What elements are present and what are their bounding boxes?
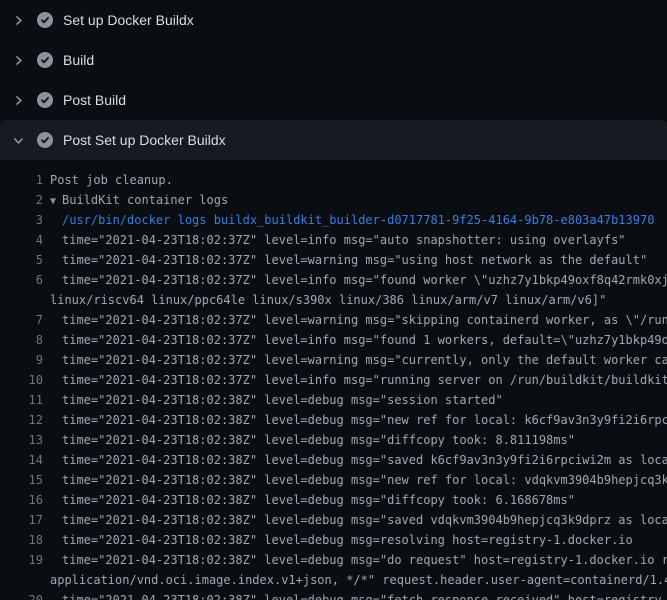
log-line-text: time="2021-04-23T18:02:37Z" level=info m… xyxy=(43,330,667,350)
log-line: 10 time="2021-04-23T18:02:37Z" level=inf… xyxy=(0,370,667,390)
chevron-icon xyxy=(12,94,25,107)
log-line-number[interactable]: 18 xyxy=(0,530,43,550)
step-label: Set up Docker Buildx xyxy=(63,13,194,27)
log-line-text: time="2021-04-23T18:02:37Z" level=info m… xyxy=(43,270,667,290)
log-line-text: linux/riscv64 linux/ppc64le linux/s390x … xyxy=(43,290,606,310)
log-line: 2 ▼ BuildKit container logs xyxy=(0,190,667,210)
log-line-text: time="2021-04-23T18:02:38Z" level=debug … xyxy=(43,390,503,410)
chevron-icon xyxy=(12,54,25,67)
chevron-icon xyxy=(12,134,25,147)
log-line: 6 time="2021-04-23T18:02:37Z" level=info… xyxy=(0,270,667,290)
log-line-number[interactable]: 17 xyxy=(0,510,43,530)
step-label: Post Build xyxy=(63,93,126,107)
log-line-number[interactable] xyxy=(0,290,43,310)
log-line: 4 time="2021-04-23T18:02:37Z" level=info… xyxy=(0,230,667,250)
log-line-text: time="2021-04-23T18:02:37Z" level=info m… xyxy=(43,230,626,250)
log-line-number[interactable]: 4 xyxy=(0,230,43,250)
log-line: application/vnd.oci.image.index.v1+json,… xyxy=(0,570,667,590)
log-line: 8 time="2021-04-23T18:02:37Z" level=info… xyxy=(0,330,667,350)
log-line-text: time="2021-04-23T18:02:38Z" level=debug … xyxy=(43,590,667,600)
log-line-text: time="2021-04-23T18:02:37Z" level=warnin… xyxy=(43,250,647,270)
log-line-number[interactable]: 6 xyxy=(0,270,43,290)
log-viewer[interactable]: 1 Post job cleanup. 2 ▼ BuildKit containe… xyxy=(0,160,667,600)
log-line-text: time="2021-04-23T18:02:38Z" level=debug … xyxy=(43,530,633,550)
log-line: 11 time="2021-04-23T18:02:38Z" level=deb… xyxy=(0,390,667,410)
log-line-text: application/vnd.oci.image.index.v1+json,… xyxy=(43,570,667,590)
log-line: 18 time="2021-04-23T18:02:38Z" level=deb… xyxy=(0,530,667,550)
log-line-number[interactable]: 11 xyxy=(0,390,43,410)
log-line-number[interactable]: 9 xyxy=(0,350,43,370)
log-line-text: time="2021-04-23T18:02:38Z" level=debug … xyxy=(43,410,667,430)
step-row[interactable]: Post Set up Docker Buildx xyxy=(0,120,667,160)
log-line-number[interactable]: 13 xyxy=(0,430,43,450)
log-line: 14 time="2021-04-23T18:02:38Z" level=deb… xyxy=(0,450,667,470)
log-line-number[interactable]: 12 xyxy=(0,410,43,430)
log-group-expander-icon[interactable]: ▼ xyxy=(50,196,56,207)
log-line-number[interactable]: 2 xyxy=(0,190,43,210)
log-line-text: /usr/bin/docker logs buildx_buildkit_bui… xyxy=(43,210,654,230)
log-line-text: time="2021-04-23T18:02:38Z" level=debug … xyxy=(43,430,575,450)
log-line: 17 time="2021-04-23T18:02:38Z" level=deb… xyxy=(0,510,667,530)
log-line-text: time="2021-04-23T18:02:38Z" level=debug … xyxy=(43,550,667,570)
check-circle-icon xyxy=(37,52,53,68)
log-line-number[interactable]: 19 xyxy=(0,550,43,570)
log-line: 7 time="2021-04-23T18:02:37Z" level=warn… xyxy=(0,310,667,330)
log-line: 20 time="2021-04-23T18:02:38Z" level=deb… xyxy=(0,590,667,600)
log-line: 5 time="2021-04-23T18:02:37Z" level=warn… xyxy=(0,250,667,270)
log-line-number[interactable]: 14 xyxy=(0,450,43,470)
step-label: Post Set up Docker Buildx xyxy=(63,133,226,147)
check-circle-icon xyxy=(37,92,53,108)
step-row[interactable]: Build xyxy=(0,40,667,80)
log-line-number[interactable]: 1 xyxy=(0,170,43,190)
log-line-number[interactable]: 20 xyxy=(0,590,43,600)
log-line: 19 time="2021-04-23T18:02:38Z" level=deb… xyxy=(0,550,667,570)
log-line-text: time="2021-04-23T18:02:37Z" level=info m… xyxy=(43,370,667,390)
log-line-text: time="2021-04-23T18:02:38Z" level=debug … xyxy=(43,490,575,510)
log-line-number[interactable]: 8 xyxy=(0,330,43,350)
log-line-text: ▼ BuildKit container logs xyxy=(43,190,228,210)
check-circle-icon xyxy=(37,12,53,28)
actions-log-viewer: Set up Docker Buildx Build Post Build Po… xyxy=(0,0,667,600)
chevron-icon xyxy=(12,14,25,27)
log-line: 3 /usr/bin/docker logs buildx_buildkit_b… xyxy=(0,210,667,230)
log-line: 16 time="2021-04-23T18:02:38Z" level=deb… xyxy=(0,490,667,510)
log-line: 13 time="2021-04-23T18:02:38Z" level=deb… xyxy=(0,430,667,450)
log-line-text: time="2021-04-23T18:02:37Z" level=warnin… xyxy=(43,350,667,370)
log-line-number[interactable]: 7 xyxy=(0,310,43,330)
log-group-title: BuildKit container logs xyxy=(62,193,228,207)
check-circle-icon xyxy=(37,132,53,148)
log-line-text: time="2021-04-23T18:02:38Z" level=debug … xyxy=(43,450,667,470)
log-line: 9 time="2021-04-23T18:02:37Z" level=warn… xyxy=(0,350,667,370)
log-line-text: time="2021-04-23T18:02:37Z" level=warnin… xyxy=(43,310,667,330)
log-line: 1 Post job cleanup. xyxy=(0,170,667,190)
log-line-number[interactable]: 16 xyxy=(0,490,43,510)
log-line-text: time="2021-04-23T18:02:38Z" level=debug … xyxy=(43,510,667,530)
log-line: 15 time="2021-04-23T18:02:38Z" level=deb… xyxy=(0,470,667,490)
log-line-number[interactable]: 3 xyxy=(0,210,43,230)
log-line-text: Post job cleanup. xyxy=(43,170,173,190)
steps-list: Set up Docker Buildx Build Post Build Po… xyxy=(0,0,667,160)
log-line-number[interactable]: 5 xyxy=(0,250,43,270)
log-line-number[interactable] xyxy=(0,570,43,590)
log-line: linux/riscv64 linux/ppc64le linux/s390x … xyxy=(0,290,667,310)
log-line-text: time="2021-04-23T18:02:38Z" level=debug … xyxy=(43,470,667,490)
step-row[interactable]: Post Build xyxy=(0,80,667,120)
step-label: Build xyxy=(63,53,94,67)
log-line-number[interactable]: 15 xyxy=(0,470,43,490)
log-line: 12 time="2021-04-23T18:02:38Z" level=deb… xyxy=(0,410,667,430)
log-line-number[interactable]: 10 xyxy=(0,370,43,390)
step-row[interactable]: Set up Docker Buildx xyxy=(0,0,667,40)
